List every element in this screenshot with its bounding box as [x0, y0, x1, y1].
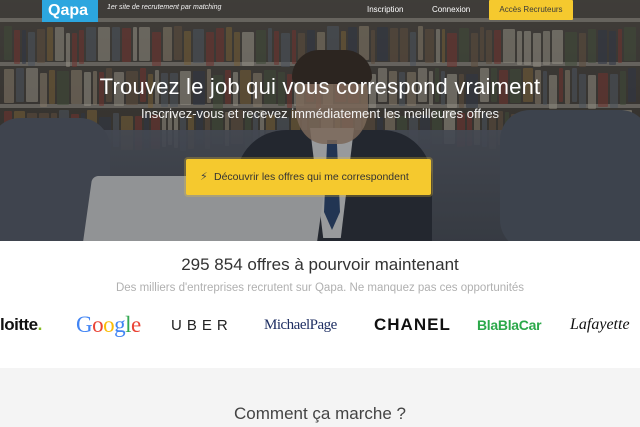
top-navigation: Qapa 1er site de recrutement par matchin… — [0, 0, 640, 22]
uber-logo: UBER — [171, 316, 233, 334]
qapa-logo[interactable]: Qapa — [42, 0, 98, 22]
hero-section: Qapa 1er site de recrutement par matchin… — [0, 0, 640, 241]
inscription-link[interactable]: Inscription — [367, 5, 403, 14]
company-logos: loitte. Google UBER MichaelPage CHANEL B… — [0, 305, 640, 345]
blablacar-logo: BlaBlaCar — [477, 317, 542, 333]
google-logo: Google — [76, 312, 141, 337]
galeries-lafayette-logo: Lafayette — [570, 316, 630, 333]
chanel-logo: CHANEL — [374, 315, 451, 334]
discover-offers-button[interactable]: ⚡ Découvrir les offres qui me correspond… — [186, 159, 431, 195]
cta-label: Découvrir les offres qui me corresponden… — [214, 171, 409, 183]
connexion-link[interactable]: Connexion — [432, 5, 470, 14]
how-it-works-section: Comment ça marche ? — [0, 368, 640, 427]
offers-subtitle: Des milliers d'entreprises recrutent sur… — [115, 282, 525, 294]
hero-subtitle: Inscrivez-vous et recevez immédiatement … — [140, 106, 500, 121]
offers-count-title: 295 854 offres à pourvoir maintenant — [181, 255, 459, 274]
recruiter-access-button[interactable]: Accès Recruteurs — [489, 0, 573, 20]
how-it-works-title: Comment ça marche ? — [234, 404, 406, 423]
deloitte-logo: loitte. — [0, 315, 42, 334]
bolt-icon: ⚡ — [200, 171, 208, 183]
hero-title: Trouvez le job qui vous correspond vraim… — [99, 74, 541, 99]
site-tagline: 1er site de recrutement par matching — [107, 4, 222, 11]
michael-page-logo: MichaelPage — [264, 316, 337, 333]
